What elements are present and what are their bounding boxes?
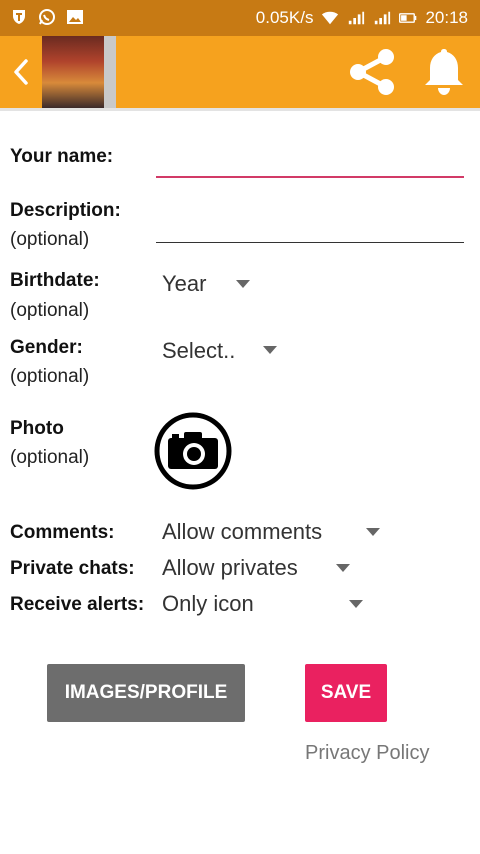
save-button[interactable]: SAVE [305,664,387,722]
battery-icon [399,9,417,27]
name-input[interactable] [156,176,464,178]
chevron-down-icon [336,564,350,572]
description-input[interactable] [156,242,464,243]
notifications-button[interactable] [420,45,468,97]
photo-label: Photo [10,418,64,439]
chevron-down-icon [263,346,277,354]
gender-optional: (optional) [10,366,90,387]
gender-value: Select.. [162,338,236,363]
status-bar: 0.05K/s 20:18 [0,0,480,36]
status-icons-right: 0.05K/s 20:18 [256,8,468,28]
birthdate-label: Birthdate: [10,270,100,291]
camera-icon [154,412,232,490]
shield-icon [10,8,28,26]
photo-button[interactable] [154,412,232,490]
images-profile-button[interactable]: IMAGES/PROFILE [47,664,245,722]
chevron-down-icon [366,528,380,536]
status-time: 20:18 [425,8,468,27]
thumbnail-edge [104,36,116,108]
chevron-left-icon [14,59,28,85]
signal-icon [347,9,365,27]
gender-label: Gender: [10,337,83,358]
description-label: Description: [10,200,121,221]
network-speed: 0.05K/s [255,8,314,27]
comments-label: Comments: [10,522,115,543]
photo-optional: (optional) [10,447,90,468]
book-cover-thumbnail[interactable] [42,36,104,108]
signal-icon [373,9,391,27]
share-button[interactable] [346,45,398,99]
bell-icon [425,49,463,95]
description-optional: (optional) [10,229,90,250]
toolbar-divider [0,108,480,111]
private-chats-value: Allow privates [162,555,298,580]
wifi-icon [321,9,339,27]
back-button[interactable] [10,58,34,86]
comments-value: Allow comments [162,519,323,544]
whatsapp-icon [38,8,56,26]
name-label: Your name: [10,146,114,167]
chevron-down-icon [236,280,250,288]
status-icons-left [10,8,84,26]
private-chats-label: Private chats: [10,558,135,579]
receive-alerts-value: Only icon [162,591,254,616]
image-icon [66,8,84,26]
birthdate-optional: (optional) [10,300,90,321]
chevron-down-icon [349,600,363,608]
birthdate-value: Year [162,271,207,296]
share-icon [350,49,394,95]
privacy-policy-link[interactable]: Privacy Policy [305,742,429,765]
receive-alerts-label: Receive alerts: [10,594,145,615]
